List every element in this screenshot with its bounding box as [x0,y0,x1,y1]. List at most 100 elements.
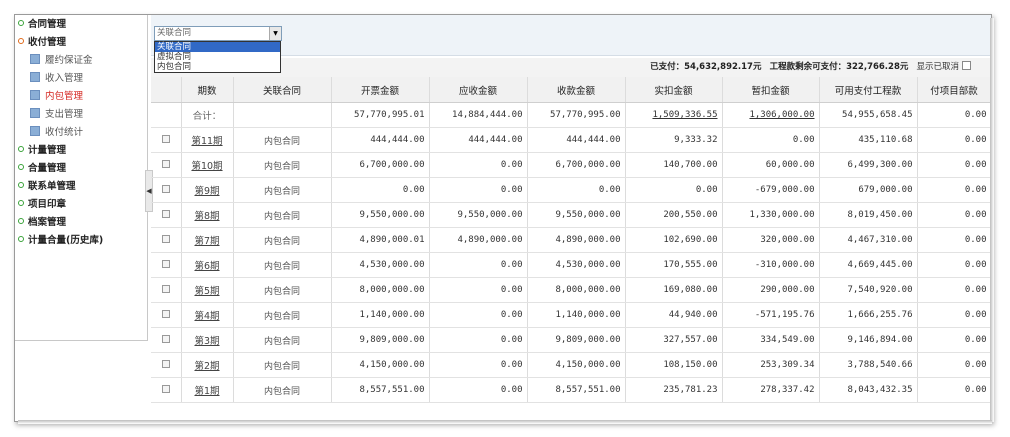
period-link[interactable]: 第11期 [181,127,234,153]
bullet-icon [18,236,24,242]
sidebar-item-contact[interactable]: 联系单管理 [18,178,76,195]
row-checkbox[interactable] [161,284,170,293]
table-row[interactable]: 第10期 内包合同 6,700,000.00 0.00 6,700,000.00 140,… [151,152,991,178]
table-row[interactable]: 第9期 内包合同 0.00 0.00 0.00 0.00 -679,000.00 679,00… [151,177,991,203]
receivable-cell: 444,444.00 [429,127,528,153]
table-row[interactable]: 第6期 内包合同 4,530,000.00 0.00 4,530,000.00 170,5… [151,252,991,278]
col-header-receivable[interactable]: 应收金额 [429,77,528,103]
total-deducted[interactable]: 1,509,336.55 [652,110,717,120]
available-cell: 4,467,310.00 [819,227,918,253]
sidebar-subitem-stats[interactable]: 收付统计 [30,124,83,141]
deducted-cell: 9,333.32 [625,127,723,153]
col-header-received[interactable]: 收款金额 [527,77,626,103]
row-checkbox[interactable] [161,209,170,218]
bullet-icon [18,20,24,26]
receivable-cell: 4,890,000.00 [429,227,528,253]
row-checkbox[interactable] [161,384,170,393]
paid-dept-cell: 0.00 [917,302,991,328]
dropdown-option[interactable]: 关联合同 [155,42,280,52]
sidebar-subitem-label: 收付统计 [45,127,84,138]
col-header-paid-dept[interactable]: 付项目部款 [917,77,991,103]
sidebar-subitem-income[interactable]: 收入管理 [30,70,83,87]
show-cancelled-label: 显示已取消 [916,62,959,72]
col-header-available[interactable]: 可用支付工程款 [819,77,918,103]
table-header-row: 期数 关联合同 开票金额 应收金额 收款金额 实扣金额 暂扣金额 可用支付工程款… [151,77,991,103]
withheld-cell: 334,549.00 [722,327,820,353]
period-link[interactable]: 第8期 [181,202,234,228]
deducted-cell: 200,550.00 [625,202,723,228]
show-cancelled-checkbox[interactable] [962,61,971,70]
row-checkbox[interactable] [161,134,170,143]
received-cell: 9,809,000.00 [527,327,626,353]
period-link[interactable]: 第7期 [181,227,234,253]
contract-type-select[interactable]: 关联合同 ▼ [154,26,282,41]
col-header-period[interactable]: 期数 [181,77,234,103]
row-checkbox[interactable] [161,359,170,368]
received-cell: 4,150,000.00 [527,352,626,378]
table-row[interactable]: 第11期 内包合同 444,444.00 444,444.00 444,444.00 9,… [151,127,991,153]
paid-dept-cell: 0.00 [917,252,991,278]
col-header-invoice[interactable]: 开票金额 [331,77,430,103]
row-checkbox[interactable] [161,334,170,343]
paid-dept-cell: 0.00 [917,327,991,353]
period-link[interactable]: 第5期 [181,277,234,303]
sidebar-subitem-label: 支出管理 [45,109,84,120]
available-cell: 4,669,445.00 [819,252,918,278]
sidebar-subitem-internal[interactable]: 内包管理 [30,88,83,105]
sidebar-item-archive[interactable]: 档案管理 [18,214,66,231]
col-header-contract[interactable]: 关联合同 [233,77,332,103]
dropdown-option[interactable]: 内包合同 [155,62,280,72]
total-label: 合计： [181,102,234,128]
sidebar-item-label: 档案管理 [28,217,67,228]
sidebar-item-seal[interactable]: 项目印章 [18,196,66,213]
sidebar-subitem-expense[interactable]: 支出管理 [30,106,83,123]
col-header-withheld[interactable]: 暂扣金额 [722,77,820,103]
period-link[interactable]: 第2期 [181,352,234,378]
table-row[interactable]: 第8期 内包合同 9,550,000.00 9,550,000.00 9,550,000… [151,202,991,228]
row-checkbox[interactable] [161,259,170,268]
summary-info: 已支付：54,632,892.17元 工程款剩余可支付：322,766.28元 … [650,58,971,77]
table-row[interactable]: 第7期 内包合同 4,890,000.01 4,890,000.00 4,890,000… [151,227,991,253]
row-checkbox[interactable] [161,184,170,193]
row-checkbox[interactable] [161,159,170,168]
col-header-deducted[interactable]: 实扣金额 [625,77,723,103]
invoice-cell: 0.00 [331,177,430,203]
sidebar-subitem-bond[interactable]: 履约保证金 [30,52,93,69]
total-withheld[interactable]: 1,306,000.00 [749,110,814,120]
dropdown-option[interactable]: 虚拟合同 [155,52,280,62]
bullet-icon [18,164,24,170]
table-row[interactable]: 第2期 内包合同 4,150,000.00 0.00 4,150,000.00 108,1… [151,352,991,378]
row-checkbox[interactable] [161,309,170,318]
period-link[interactable]: 第10期 [181,152,234,178]
sidebar-item-contract[interactable]: 合同管理 [18,16,66,33]
sidebar-item-measure[interactable]: 计量管理 [18,142,66,159]
sidebar-item-payment[interactable]: 收付管理 [18,34,66,51]
sidebar-item-history[interactable]: 计量合量(历史库) [18,232,103,249]
contract-cell: 内包合同 [233,227,332,253]
deducted-cell: 0.00 [625,177,723,203]
table-row[interactable]: 第1期 内包合同 8,557,551.00 0.00 8,557,551.00 235,7… [151,377,991,403]
period-link[interactable]: 第1期 [181,377,234,403]
period-link[interactable]: 第6期 [181,252,234,278]
sidebar-item-label: 合量管理 [28,163,67,174]
total-received: 57,770,995.00 [527,102,626,128]
deducted-cell: 327,557.00 [625,327,723,353]
dropdown-arrow-icon[interactable]: ▼ [269,27,281,40]
table-row[interactable]: 第5期 内包合同 8,000,000.00 0.00 8,000,000.00 169,0… [151,277,991,303]
available-cell: 1,666,255.76 [819,302,918,328]
row-select-cell [151,277,182,303]
period-link[interactable]: 第3期 [181,327,234,353]
col-header-select [151,77,182,103]
period-link[interactable]: 第9期 [181,177,234,203]
row-checkbox[interactable] [161,234,170,243]
total-paid-dept: 0.00 [917,102,991,128]
sidebar-item-quantity[interactable]: 合量管理 [18,160,66,177]
withheld-cell: 1,330,000.00 [722,202,820,228]
period-link[interactable]: 第4期 [181,302,234,328]
received-cell: 8,000,000.00 [527,277,626,303]
contract-cell: 内包合同 [233,352,332,378]
window-shadow [990,18,994,422]
paid-dept-cell: 0.00 [917,202,991,228]
table-row[interactable]: 第4期 内包合同 1,140,000.00 0.00 1,140,000.00 44,94… [151,302,991,328]
table-row[interactable]: 第3期 内包合同 9,809,000.00 0.00 9,809,000.00 327,5… [151,327,991,353]
